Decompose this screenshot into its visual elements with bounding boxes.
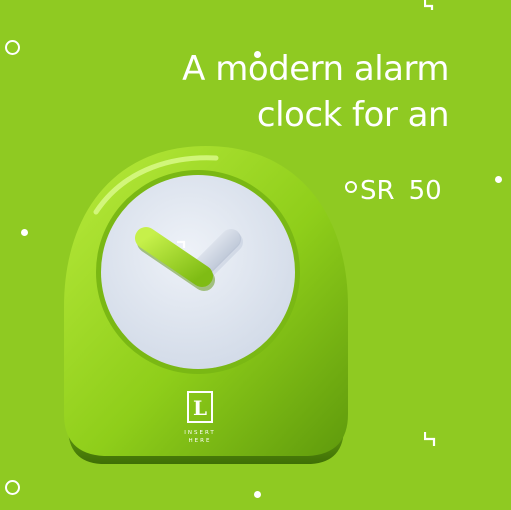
dot-decoration xyxy=(254,491,261,498)
dot-decoration xyxy=(495,176,502,183)
price-currency: SR xyxy=(360,176,395,206)
brand-logo-tagline: INSERT xyxy=(184,430,215,436)
corner-decoration xyxy=(424,432,436,446)
headline-line-1: A modern alarm xyxy=(182,49,449,89)
ring-decoration-top-left xyxy=(5,40,20,55)
corner-decoration xyxy=(424,0,434,10)
ring-decoration-bottom-left xyxy=(5,480,20,495)
alarm-clock-illustration: L INSERT HERE xyxy=(64,146,348,464)
brand-logo-letter: L xyxy=(193,396,207,420)
price-value: 50 xyxy=(408,176,442,206)
ad-banner: A modern alarm clock for an SR 50 L INSE… xyxy=(0,0,511,510)
headline: A modern alarm clock for an xyxy=(182,46,449,138)
brand-logo-tagline: HERE xyxy=(189,438,212,444)
price: SR 50 xyxy=(360,176,442,206)
headline-line-2: clock for an xyxy=(256,95,450,135)
dot-decoration xyxy=(21,229,28,236)
